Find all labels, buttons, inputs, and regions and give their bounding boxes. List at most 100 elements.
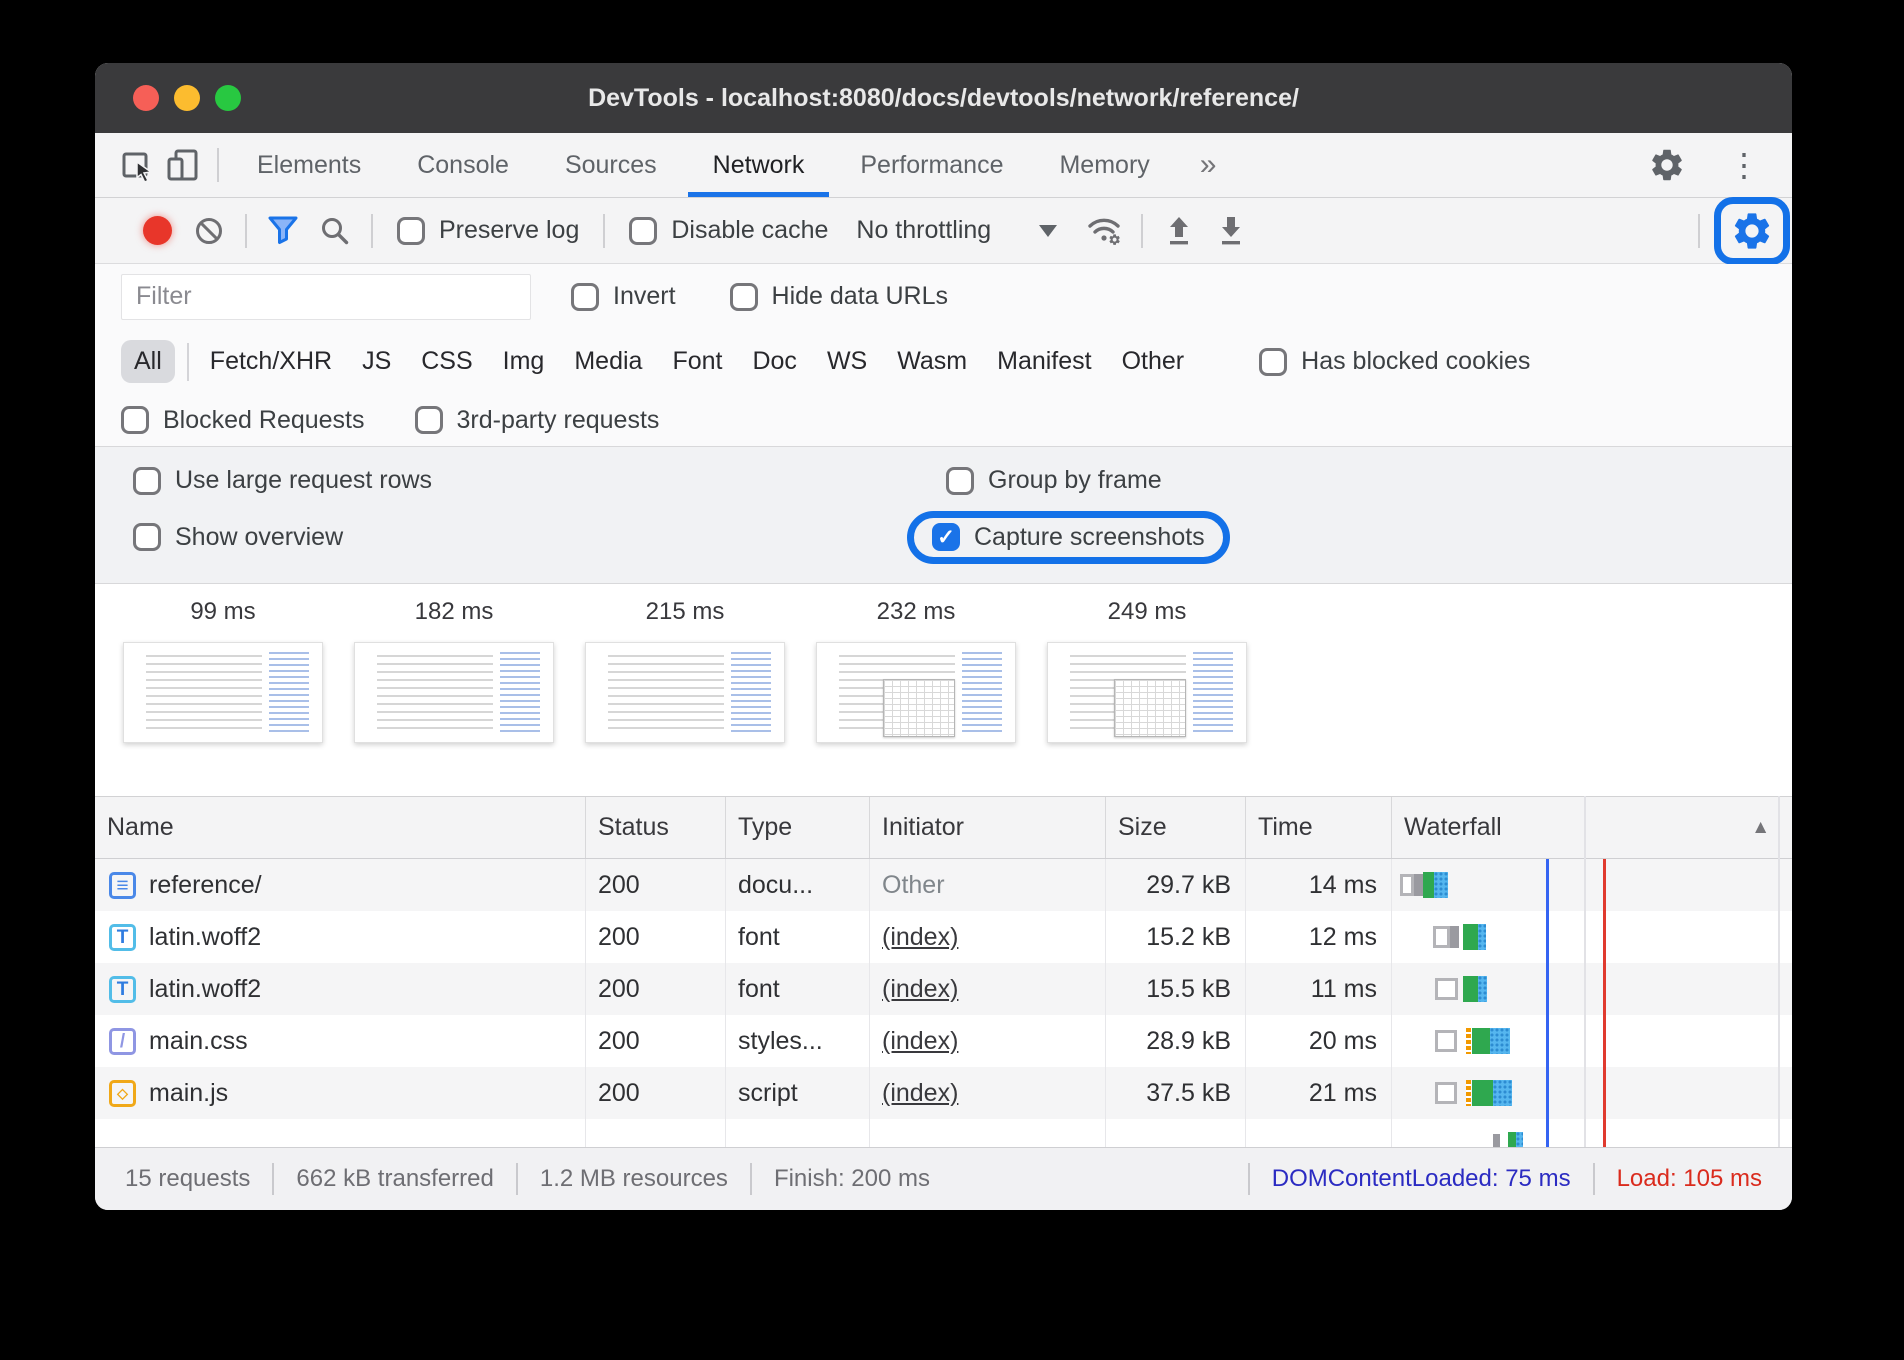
filmstrip-screenshot-thumbnail[interactable] (585, 642, 785, 743)
resource-type-filter-row: All Fetch/XHR JS CSS Img Media Font Doc WS Wasm Ma… (95, 329, 1792, 394)
use-large-rows-checkbox[interactable] (133, 467, 161, 495)
hide-data-urls-checkbox-item[interactable]: Hide data URLs (716, 282, 962, 311)
initiator-link[interactable]: (index) (882, 1079, 958, 1108)
request-size: 15.2 kB (1106, 911, 1246, 963)
third-party-requests-checkbox[interactable] (415, 406, 443, 434)
network-conditions-icon[interactable] (1079, 205, 1131, 257)
request-name-cell[interactable]: Tlatin.woff2 (95, 911, 586, 963)
type-chip-doc[interactable]: Doc (752, 347, 796, 376)
column-header-waterfall[interactable]: Waterfall▲ (1392, 797, 1792, 858)
preserve-log-checkbox[interactable] (397, 217, 425, 245)
show-overview-checkbox-item[interactable]: Show overview (119, 523, 932, 552)
capture-screenshots-checkbox-item[interactable]: ✓ Capture screenshots (932, 523, 1205, 552)
has-blocked-cookies-label: Has blocked cookies (1301, 347, 1530, 376)
request-name-cell[interactable]: /main.css (95, 1015, 586, 1067)
request-row[interactable]: ≡reference/200docu...Other29.7 kB14 ms (95, 859, 1792, 911)
request-row[interactable]: /main.css200styles...(index)28.9 kB20 ms (95, 1015, 1792, 1067)
throttling-dropdown[interactable]: No throttling (842, 216, 1079, 245)
tab-sources[interactable]: Sources (537, 133, 685, 197)
record-network-log-button[interactable] (131, 205, 183, 257)
request-name: main.js (149, 1079, 228, 1108)
request-name-cell[interactable]: ≡reference/ (95, 859, 586, 911)
filmstrip-screenshot-thumbnail[interactable] (1047, 642, 1247, 743)
column-header-type[interactable]: Type (726, 797, 870, 858)
type-chip-font[interactable]: Font (672, 347, 722, 376)
type-chip-wasm[interactable]: Wasm (897, 347, 967, 376)
tab-console[interactable]: Console (389, 133, 537, 197)
type-chip-css[interactable]: CSS (421, 347, 472, 376)
filmstrip-screenshot-thumbnail[interactable] (123, 642, 323, 743)
use-large-rows-checkbox-item[interactable]: Use large request rows (119, 466, 932, 495)
devtools-settings-gear-icon[interactable] (1644, 142, 1690, 188)
export-har-icon[interactable] (1205, 205, 1257, 257)
column-header-status[interactable]: Status (586, 797, 726, 858)
filmstrip-screenshot-thumbnail[interactable] (816, 642, 1016, 743)
group-by-frame-checkbox-item[interactable]: Group by frame (932, 466, 1176, 495)
request-type: font (726, 963, 870, 1015)
network-settings-gear-icon[interactable] (1730, 209, 1774, 253)
filmstrip-screenshot-thumbnail[interactable] (354, 642, 554, 743)
filter-icon[interactable] (257, 205, 309, 257)
waterfall-cell (1392, 1067, 1792, 1119)
column-header-time[interactable]: Time (1246, 797, 1392, 858)
waterfall-green-segment (1472, 1080, 1493, 1106)
disable-cache-checkbox[interactable] (629, 217, 657, 245)
request-size (1106, 1119, 1246, 1147)
panel-tab-bar: ElementsConsoleSourcesNetworkPerformance… (95, 133, 1792, 198)
initiator-link[interactable]: (index) (882, 1027, 958, 1056)
request-row[interactable]: Tlatin.woff2200font(index)15.5 kB11 ms (95, 963, 1792, 1015)
type-chip-fetch-xhr[interactable]: Fetch/XHR (210, 347, 332, 376)
column-header-name[interactable]: Name (95, 797, 586, 858)
kebab-menu-icon[interactable]: ⋮ (1720, 149, 1768, 181)
request-type: font (726, 911, 870, 963)
import-har-icon[interactable] (1153, 205, 1205, 257)
request-row[interactable] (95, 1119, 1792, 1147)
has-blocked-cookies-checkbox[interactable] (1259, 348, 1287, 376)
invert-checkbox[interactable] (571, 283, 599, 311)
column-header-label: Waterfall (1404, 813, 1502, 842)
request-name-cell[interactable]: ◇ main.js (95, 1067, 586, 1119)
initiator-link[interactable]: (index) (882, 975, 958, 1004)
invert-checkbox-item[interactable]: Invert (557, 282, 690, 311)
type-chip-media[interactable]: Media (574, 347, 642, 376)
waterfall-green-segment (1472, 1028, 1490, 1054)
more-tabs-icon[interactable]: » (1178, 148, 1239, 182)
has-blocked-cookies-checkbox-item[interactable]: Has blocked cookies (1245, 347, 1544, 376)
type-chip-ws[interactable]: WS (827, 347, 867, 376)
filter-input[interactable] (121, 274, 531, 320)
tab-performance[interactable]: Performance (832, 133, 1031, 197)
request-row[interactable]: ◇main.js200script(index)37.5 kB21 ms (95, 1067, 1792, 1119)
show-overview-checkbox[interactable] (133, 523, 161, 551)
search-icon[interactable] (309, 205, 361, 257)
divider (245, 214, 247, 248)
tab-elements[interactable]: Elements (229, 133, 389, 197)
blocked-requests-checkbox[interactable] (121, 406, 149, 434)
request-name-cell[interactable]: Tlatin.woff2 (95, 963, 586, 1015)
tab-network[interactable]: Network (685, 133, 833, 197)
third-party-requests-checkbox-item[interactable]: 3rd-party requests (401, 406, 674, 435)
initiator-link[interactable]: (index) (882, 923, 958, 952)
type-chip-img[interactable]: Img (503, 347, 545, 376)
device-toolbar-icon[interactable] (161, 142, 207, 188)
disable-cache-checkbox-item[interactable]: Disable cache (615, 216, 842, 245)
group-by-frame-checkbox[interactable] (946, 467, 974, 495)
blocked-requests-checkbox-item[interactable]: Blocked Requests (107, 406, 379, 435)
request-time: 21 ms (1246, 1067, 1392, 1119)
tab-memory[interactable]: Memory (1031, 133, 1177, 197)
divider (187, 343, 189, 381)
hide-data-urls-checkbox[interactable] (730, 283, 758, 311)
column-header-size[interactable]: Size (1106, 797, 1246, 858)
script-file-icon: ◇ (109, 1080, 136, 1107)
inspect-element-icon[interactable] (115, 142, 161, 188)
request-row[interactable]: Tlatin.woff2200font(index)15.2 kB12 ms (95, 911, 1792, 963)
filmstrip-timestamp: 99 ms (190, 598, 255, 626)
clear-network-log-icon[interactable] (183, 205, 235, 257)
request-name-cell[interactable] (95, 1119, 586, 1147)
preserve-log-checkbox-item[interactable]: Preserve log (383, 216, 593, 245)
type-chip-other[interactable]: Other (1122, 347, 1185, 376)
type-chip-all[interactable]: All (121, 340, 175, 383)
column-header-initiator[interactable]: Initiator (870, 797, 1106, 858)
capture-screenshots-checkbox[interactable]: ✓ (932, 523, 960, 551)
type-chip-js[interactable]: JS (362, 347, 391, 376)
type-chip-manifest[interactable]: Manifest (997, 347, 1091, 376)
